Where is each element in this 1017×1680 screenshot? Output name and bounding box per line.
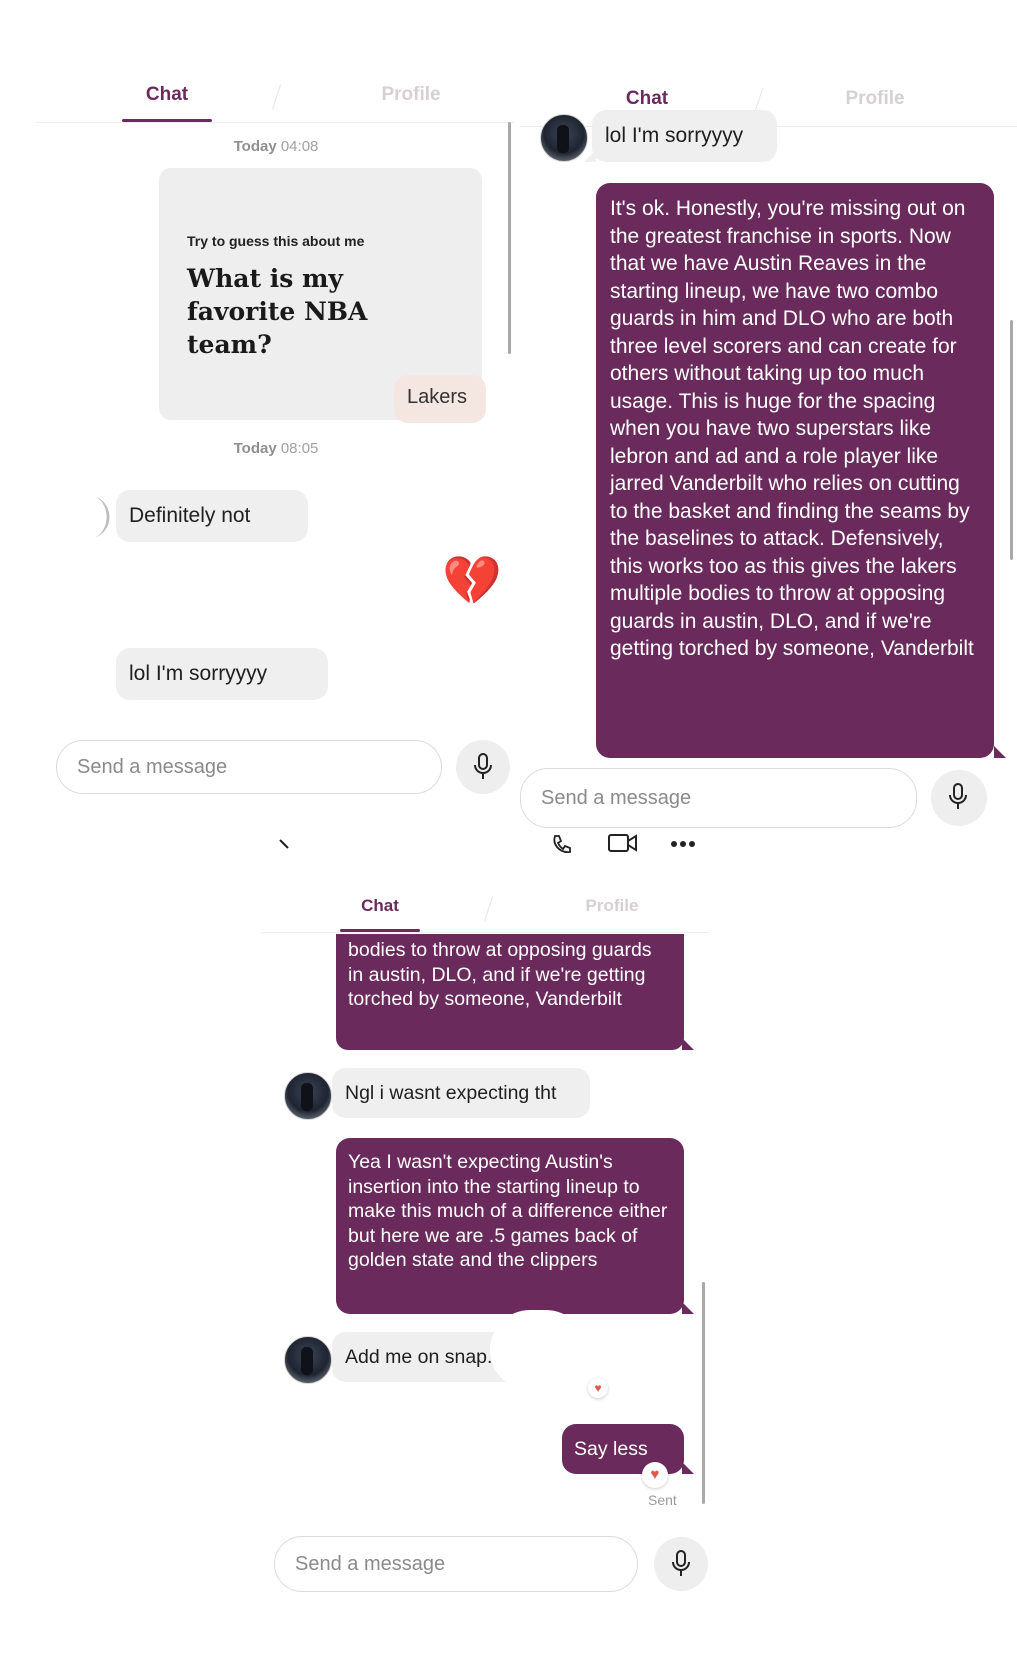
message-incoming: Definitely not [116,490,308,542]
tab-underline [122,119,212,122]
tab-bar: Chat Profile [262,882,708,933]
heart-icon: ♥ [642,1462,668,1488]
tab-profile-label: Profile [845,88,905,109]
tab-profile[interactable]: Profile [356,70,466,120]
message-outgoing: bodies to throw at opposing guards in au… [336,934,684,1050]
timestamp-time: 08:05 [280,440,319,457]
message-outgoing: Yea I wasn't expecting Austin's insertio… [336,1138,684,1314]
timestamp: Today 04:08 [166,138,386,155]
overlay-blob [548,1314,644,1386]
tab-bar: Chat Profile [36,70,514,123]
message-outgoing: It's ok. Honestly, you're missing out on… [596,183,994,758]
mic-button[interactable] [931,770,987,826]
tab-underline [340,929,420,932]
delivery-status: Sent [648,1492,677,1508]
mic-icon [672,1550,690,1576]
tab-profile-label: Profile [585,896,639,915]
tab-profile[interactable]: Profile [820,74,930,124]
tab-divider [272,84,281,110]
more-icon[interactable] [670,840,696,848]
tab-chat[interactable]: Chat [340,882,420,932]
message-incoming: lol I'm sorryyyy [592,110,777,162]
mic-icon [949,783,967,809]
prompt-answer-bubble: Lakers [394,375,486,423]
tab-chat-label: Chat [145,84,189,105]
phone-icon[interactable] [550,832,574,856]
tab-profile-label: Profile [381,84,441,105]
tab-chat[interactable]: Chat [122,70,212,122]
chat-panel-1: Chat Profile Today 04:08 Try to guess th… [36,30,514,810]
chat-panel-3: Chat Profile bodies to throw at opposing… [262,872,708,1592]
timestamp-time: 04:08 [280,138,319,155]
message-input[interactable]: Send a message [520,768,917,828]
avatar[interactable] [284,1336,332,1384]
bubble-tail [682,1462,694,1474]
scrollbar[interactable] [508,122,511,354]
broken-heart-reaction: 💔 [442,555,502,608]
message-incoming: lol I'm sorryyyy [116,648,328,700]
bubble-tail [994,746,1006,758]
timestamp: Today 08:05 [166,440,386,457]
tab-chat-label: Chat [625,88,669,109]
timestamp-day: Today [233,138,277,155]
bubble-tail [584,150,596,162]
avatar[interactable] [540,114,588,162]
message-input[interactable]: Send a message [274,1536,638,1592]
chat-panel-2: Chat Profile lol I'm sorryyyy It's ok. H… [520,30,1017,850]
tab-divider [484,896,493,922]
back-icon[interactable] [278,838,292,852]
scrollbar[interactable] [702,1282,705,1504]
bubble-tail [682,1302,694,1314]
timestamp-day: Today [233,440,277,457]
mic-button[interactable] [654,1537,708,1591]
message-outgoing: Say less [562,1424,684,1474]
tab-chat-label: Chat [361,896,399,915]
avatar-moon-icon[interactable] [88,494,114,540]
heart-icon: ♥ [588,1378,608,1398]
bubble-tail [682,1038,694,1050]
video-icon[interactable] [608,832,638,854]
message-input[interactable]: Send a message [56,740,442,794]
prompt-label: Try to guess this about me [187,233,365,249]
mic-button[interactable] [456,740,510,794]
scrollbar[interactable] [1010,320,1013,560]
mic-icon [474,753,492,779]
prompt-question: What is my favorite NBA team? [187,264,368,359]
avatar[interactable] [284,1072,332,1120]
tab-profile[interactable]: Profile [562,882,662,930]
message-incoming: Ngl i wasnt expecting tht [332,1068,590,1118]
